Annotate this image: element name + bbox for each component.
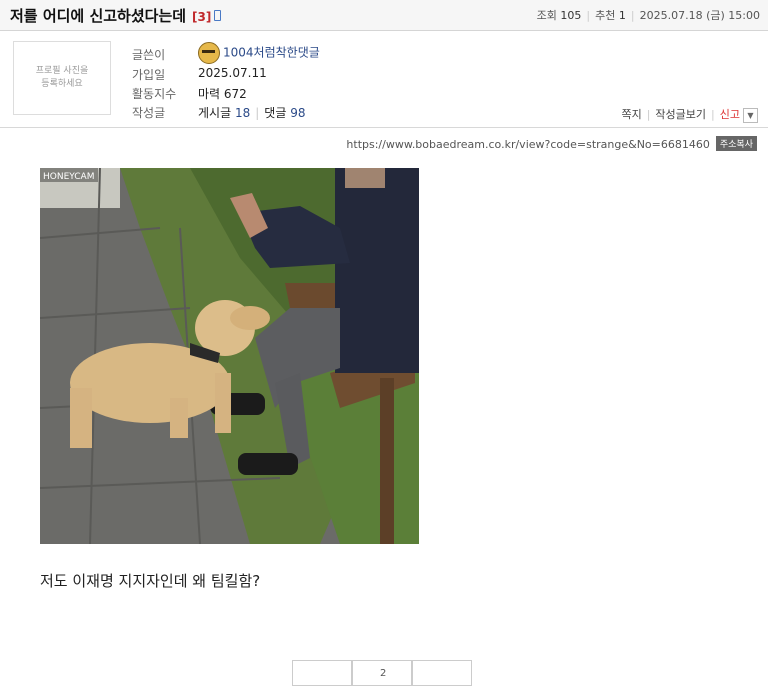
recommend-count: 1 — [618, 9, 626, 22]
post-meta: 조회 105 | 추천 1 | 2025.07.18 (금) 15:00 — [536, 9, 760, 22]
comment-count-label: 댓글 — [264, 106, 287, 120]
author-nickname[interactable]: 1004처럼착한댓글 — [223, 46, 320, 60]
comment-count-badge[interactable]: [3] — [192, 10, 211, 24]
post-title: 저를 어디에 신고하셨다는데 [3] — [10, 5, 222, 26]
profile-photo-placeholder: 프로필 사진을 등록하세요 — [13, 41, 111, 115]
post-stats: 게시글 18 | 댓글 98 — [198, 106, 306, 120]
post-content: 저도 이재명 지지자인데 왜 팀킬함? — [40, 572, 261, 590]
image-watermark: HONEYCAM — [43, 172, 94, 182]
posts-label: 작성글 — [132, 106, 166, 120]
recommend-label: 추천 — [595, 9, 616, 22]
post-count[interactable]: 18 — [235, 106, 250, 120]
post-datetime: 2025.07.18 (금) 15:00 — [639, 9, 760, 22]
author-profile: 프로필 사진을 등록하세요 글쓴이 가입일 활동지수 작성글 1004처럼착한댓… — [0, 31, 768, 128]
post-url[interactable]: https://www.bobaedream.co.kr/view?code=s… — [346, 138, 709, 151]
post-count-label: 게시글 — [198, 106, 232, 120]
views-count: 105 — [560, 9, 582, 22]
post-image: HONEYCAM — [40, 168, 419, 544]
joined-date: 2025.07.11 — [198, 66, 267, 80]
author-label: 글쓴이 — [132, 48, 166, 62]
avatar-icon — [198, 42, 220, 64]
profile-photo-text: 프로필 사진을 등록하세요 — [35, 66, 89, 89]
activity-label: 활동지수 — [132, 87, 177, 101]
copy-url-button[interactable]: 주소복사 — [715, 136, 757, 151]
author-actions: 쪽지 | 작성글보기 | 신고 ▼ — [621, 106, 758, 123]
post-url-bar: https://www.bobaedream.co.kr/view?code=s… — [346, 136, 757, 151]
views-label: 조회 — [536, 9, 557, 22]
page-prev-button[interactable] — [292, 660, 352, 686]
chevron-down-icon[interactable]: ▼ — [743, 107, 758, 123]
mobile-icon — [214, 10, 222, 21]
post-header: 저를 어디에 신고하셨다는데 [3] 조회 105 | 추천 1 | 2025.07.18… — [0, 0, 768, 31]
message-link[interactable]: 쪽지 — [621, 108, 641, 121]
comment-count[interactable]: 98 — [290, 106, 305, 120]
dog-highfive-photo: HONEYCAM — [40, 168, 419, 544]
report-link[interactable]: 신고 — [720, 108, 740, 121]
activity-score: 마력 672 — [198, 87, 247, 101]
page-next-button[interactable] — [412, 660, 472, 686]
view-posts-link[interactable]: 작성글보기 — [655, 108, 706, 121]
joined-label: 가입일 — [132, 68, 166, 82]
author-info: 1004처럼착한댓글 — [198, 42, 320, 64]
post-title-text: 저를 어디에 신고하셨다는데 — [10, 7, 187, 25]
page-current-number: 2 — [380, 668, 387, 679]
